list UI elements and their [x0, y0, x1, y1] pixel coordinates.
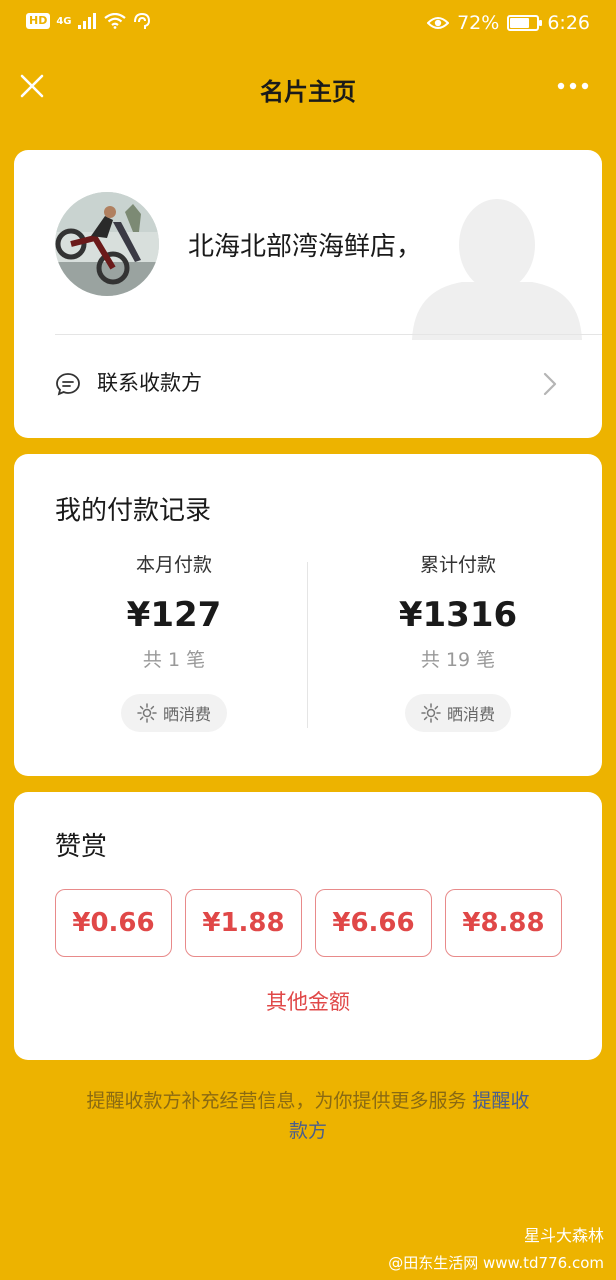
battery-icon [507, 15, 543, 31]
payment-records-card: 我的付款记录 本月付款 ¥127 共 1 笔 晒消费 累计付款 ¥1316 共 … [14, 454, 602, 776]
chat-bubble-icon [56, 373, 80, 396]
reward-amount-button[interactable]: ¥1.88 [185, 889, 302, 957]
column-divider [307, 562, 308, 728]
signal-icon [77, 13, 96, 29]
share-spending-label: 晒消费 [446, 705, 495, 724]
this-month-count: 共 1 笔 [142, 649, 206, 671]
watermark-author: 星斗大森林 [523, 1226, 604, 1245]
records-title: 我的付款记录 [55, 496, 212, 526]
share-spending-button[interactable]: 晒消费 [404, 694, 511, 732]
payment-card-page: HD 4G 72% 6:26 名片主页 北海北部湾海鲜店， 联系收款方 我的付款… [0, 0, 616, 1280]
total-amount: ¥1316 [398, 595, 518, 635]
network-type: 4G [56, 15, 72, 27]
total-label: 累计付款 [419, 554, 496, 576]
this-month-amount: ¥127 [126, 595, 222, 635]
watermark-site: @田东生活网 www.td776.com [388, 1254, 604, 1272]
total-count: 共 19 笔 [420, 649, 496, 671]
motorcycle-rider-photo [55, 192, 159, 296]
reward-amounts: ¥0.66 ¥1.88 ¥6.66 ¥8.88 [55, 889, 562, 957]
page-title: 名片主页 [260, 78, 356, 106]
title-bar: 名片主页 [0, 48, 616, 126]
reward-card: 赞赏 ¥0.66 ¥1.88 ¥6.66 ¥8.88 其他金额 [14, 792, 602, 1060]
notice-message: 提醒收款方补充经营信息，为你提供更多服务 [86, 1090, 473, 1112]
share-spending-button[interactable]: 晒消费 [120, 694, 227, 732]
share-spending-label: 晒消费 [162, 705, 211, 724]
contact-payee-row[interactable]: 联系收款方 [14, 335, 602, 438]
battery-fill [510, 18, 530, 28]
reward-amount-button[interactable]: ¥0.66 [55, 889, 172, 957]
profile-card: 北海北部湾海鲜店， 联系收款方 [14, 150, 602, 438]
person-silhouette-icon [412, 199, 582, 340]
battery-percent: 72% [457, 12, 500, 34]
reward-title: 赞赏 [55, 832, 108, 862]
other-amount-link[interactable]: 其他金额 [14, 986, 602, 1016]
avatar[interactable] [55, 192, 159, 296]
chevron-right-icon [543, 372, 557, 396]
contact-payee-label: 联系收款方 [97, 371, 202, 395]
total-column: 累计付款 ¥1316 共 19 笔 晒消费 [338, 550, 578, 732]
sun-icon [421, 703, 441, 723]
notice-text: 提醒收款方补充经营信息，为你提供更多服务 提醒收款方 [80, 1086, 536, 1146]
shop-name: 北海北部湾海鲜店， [188, 232, 423, 262]
clock: 6:26 [547, 12, 590, 34]
this-month-label: 本月付款 [135, 554, 212, 576]
status-left: HD 4G [26, 12, 154, 30]
eye-comfort-icon [427, 17, 450, 29]
reward-amount-button[interactable]: ¥8.88 [445, 889, 562, 957]
hearing-icon [133, 12, 150, 29]
more-options-icon[interactable] [556, 74, 590, 98]
wifi-icon [103, 13, 126, 29]
reward-amount-button[interactable]: ¥6.66 [315, 889, 432, 957]
status-right: 72% 6:26 [427, 12, 590, 34]
hd-badge: HD [26, 13, 51, 29]
sun-icon [137, 703, 157, 723]
status-bar: HD 4G 72% 6:26 [0, 0, 616, 48]
this-month-column: 本月付款 ¥127 共 1 笔 晒消费 [54, 550, 294, 732]
